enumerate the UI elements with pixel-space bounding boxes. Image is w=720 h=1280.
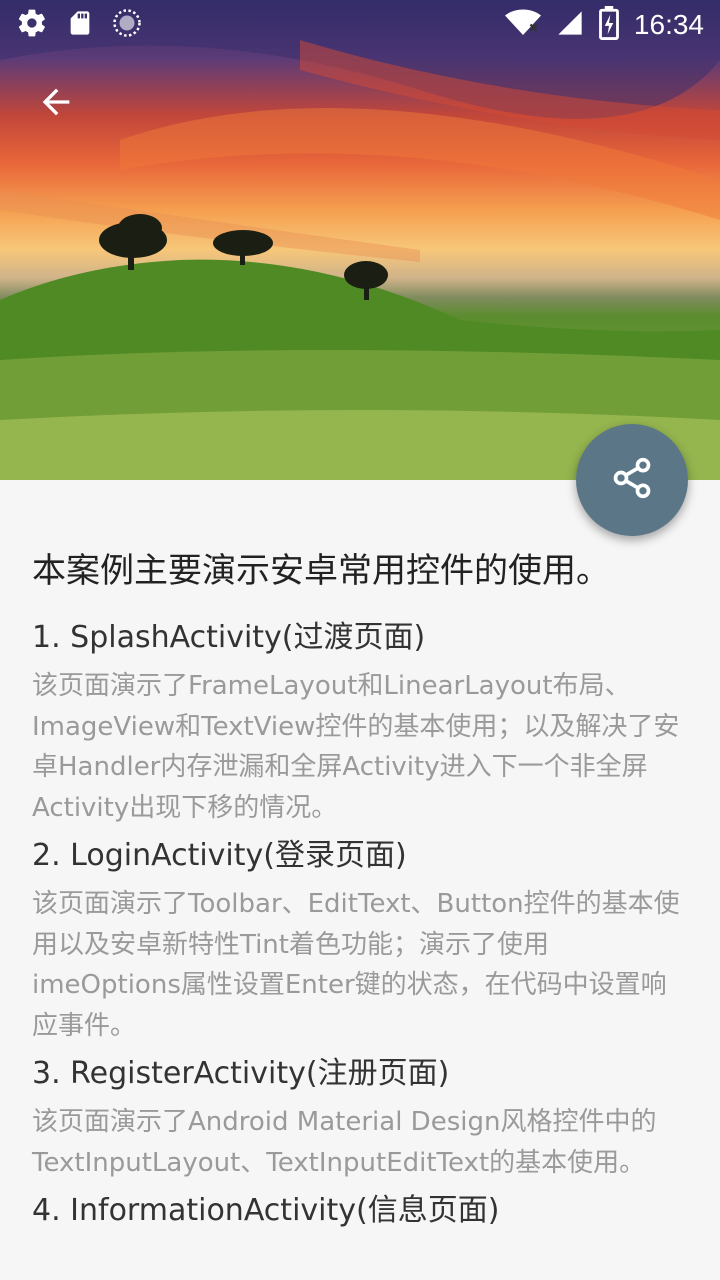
- description-content: 本案例主要演示安卓常用控件的使用。 1. SplashActivity(过渡页面…: [32, 546, 692, 1239]
- section-description: 该页面演示了Android Material Design风格控件中的TextI…: [32, 1107, 657, 1178]
- back-button[interactable]: [24, 78, 88, 130]
- section-title: 4. InformationActivity(信息页面): [32, 1193, 500, 1228]
- section-description: 该页面演示了FrameLayout和LinearLayout布局、ImageVi…: [32, 671, 680, 823]
- section-title: 2. LoginActivity(登录页面): [32, 838, 407, 873]
- status-bar: 16:34: [0, 0, 720, 50]
- sd-card-icon: [66, 7, 94, 43]
- section-title: 1. SplashActivity(过渡页面): [32, 620, 426, 655]
- battery-charging-icon: [598, 6, 620, 44]
- share-button[interactable]: [576, 424, 688, 536]
- section-description: 该页面演示了Toolbar、EditText、Button控件的基本使用以及安卓…: [32, 889, 680, 1041]
- status-time: 16:34: [633, 9, 704, 40]
- section-title: 3. RegisterActivity(注册页面): [32, 1056, 450, 1091]
- gear-icon: [16, 7, 48, 43]
- intro-text: 本案例主要演示安卓常用控件的使用。: [32, 551, 610, 591]
- header-landscape-image: [0, 0, 720, 480]
- sync-icon: [112, 8, 142, 42]
- share-icon: [610, 456, 654, 504]
- arrow-left-icon: [36, 82, 76, 126]
- signal-icon: [556, 8, 584, 42]
- wifi-icon: [504, 8, 542, 42]
